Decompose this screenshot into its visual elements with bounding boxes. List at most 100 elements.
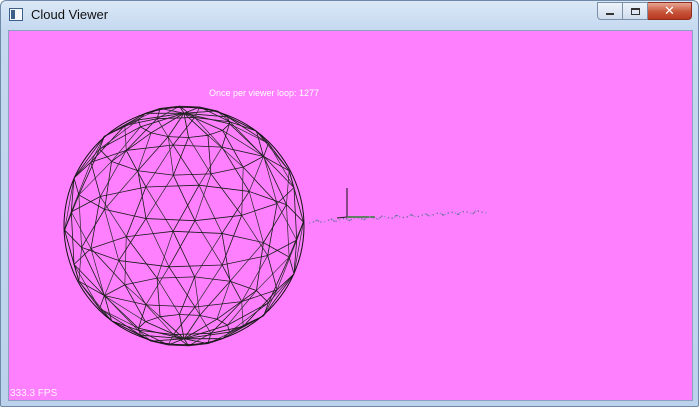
- cloud-point: [368, 216, 371, 218]
- wire-edge: [188, 134, 208, 138]
- wire-edge: [78, 280, 112, 322]
- cloud-point: [421, 214, 423, 216]
- wire-edge: [126, 230, 174, 238]
- wire-edge: [221, 215, 243, 266]
- wire-edge: [267, 255, 278, 290]
- wire-edge: [150, 112, 185, 134]
- wire-edge: [243, 155, 264, 168]
- cloud-point: [309, 222, 311, 224]
- wire-edge: [145, 144, 174, 188]
- wire-edge: [145, 266, 170, 306]
- wire-edge: [172, 144, 200, 186]
- wire-edge: [286, 204, 290, 258]
- wire-edge: [78, 161, 112, 196]
- wire-edge: [156, 118, 174, 146]
- wire-edge: [268, 273, 295, 304]
- cloud-point: [399, 216, 401, 218]
- wire-edge: [125, 186, 147, 237]
- wire-edge: [73, 177, 80, 196]
- wire-edge: [183, 315, 201, 339]
- cloud-point: [432, 214, 434, 216]
- wire-edge: [137, 170, 147, 219]
- cloud-point: [414, 215, 416, 218]
- maximize-icon: [630, 7, 640, 15]
- cloud-point: [402, 216, 404, 219]
- wire-edge: [172, 117, 195, 146]
- cloud-point: [417, 215, 419, 218]
- wire-edge: [183, 318, 218, 340]
- cloud-point: [312, 221, 315, 223]
- cloud-point: [458, 213, 460, 215]
- maximize-button[interactable]: [623, 2, 648, 20]
- close-button[interactable]: ✕: [648, 2, 692, 20]
- cloud-point: [383, 215, 386, 218]
- wire-edge: [168, 264, 223, 268]
- wire-edge: [78, 194, 82, 248]
- wire-edge: [173, 144, 223, 148]
- wire-edge: [194, 220, 223, 266]
- wire-edge: [229, 302, 269, 333]
- title-bar[interactable]: Cloud Viewer ✕: [1, 1, 698, 29]
- cloud-point: [372, 217, 375, 219]
- wire-edge: [104, 284, 125, 297]
- wire-edge: [248, 191, 264, 243]
- wire-edge: [140, 126, 152, 134]
- wire-edge: [104, 208, 147, 219]
- cloud-point: [409, 214, 411, 216]
- cloud-point: [335, 220, 337, 222]
- minimize-button[interactable]: [597, 2, 623, 20]
- cloud-point: [442, 214, 444, 216]
- cloud-point: [320, 221, 322, 223]
- wire-edge: [104, 209, 120, 261]
- cloud-point: [481, 211, 483, 213]
- wire-edge: [168, 220, 196, 268]
- cloud-point: [323, 221, 326, 223]
- wire-edge: [172, 184, 200, 232]
- 3d-viewport[interactable]: Once per viewer loop: 1277 333.3 FPS: [8, 30, 693, 401]
- wire-edge: [118, 218, 147, 261]
- cloud-point: [429, 215, 431, 217]
- wire-edge: [140, 112, 185, 128]
- wire-edge: [229, 121, 257, 132]
- cloud-point: [333, 220, 335, 222]
- wire-edge: [199, 281, 231, 316]
- wire-edge: [78, 148, 100, 196]
- wire-edge: [194, 214, 242, 222]
- cloud-point: [475, 210, 477, 212]
- cloud-point: [473, 211, 475, 213]
- wire-edge: [90, 162, 101, 197]
- wire-edge: [104, 295, 147, 306]
- wire-edge: [194, 276, 201, 316]
- cloud-point: [346, 218, 348, 220]
- wire-edge: [288, 256, 295, 275]
- wire-edge: [118, 260, 170, 268]
- wire-edge: [137, 136, 169, 171]
- cloud-point: [436, 212, 438, 214]
- cloud-point: [439, 212, 442, 214]
- cloud-point: [444, 213, 446, 216]
- cloud-point: [350, 218, 352, 221]
- wire-edge: [167, 136, 174, 176]
- wire-edge: [99, 308, 141, 336]
- wire-edge: [183, 324, 228, 340]
- cloud-point: [477, 210, 479, 212]
- wire-edge: [111, 320, 139, 331]
- cloud-point: [426, 213, 428, 215]
- minimize-icon: [606, 13, 614, 15]
- wire-edge: [179, 314, 200, 316]
- wire-edge: [81, 209, 105, 248]
- wire-edge: [179, 276, 196, 315]
- cloud-point: [378, 218, 380, 220]
- wire-edge: [124, 236, 127, 285]
- cloud-point: [462, 211, 464, 213]
- cloud-point: [381, 215, 383, 217]
- wire-edge: [90, 236, 127, 249]
- cloud-point: [315, 219, 317, 222]
- wire-edge: [145, 304, 195, 308]
- wire-edge: [173, 230, 223, 234]
- cloud-point: [406, 216, 408, 218]
- cloud-point: [394, 216, 396, 218]
- cloud-point: [357, 217, 360, 219]
- wire-edge: [221, 233, 264, 244]
- close-icon: ✕: [664, 3, 675, 19]
